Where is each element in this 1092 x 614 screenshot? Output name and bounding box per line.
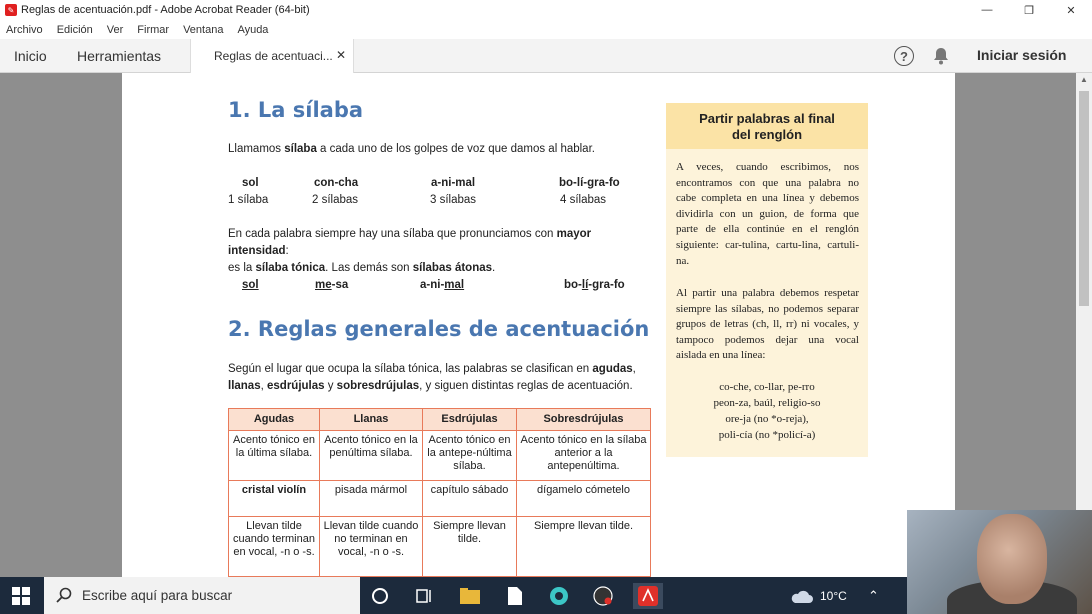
syllable-count: 2 sílabas — [312, 194, 359, 206]
webcam-person-face — [977, 514, 1047, 604]
close-tab-icon[interactable]: ✕ — [336, 48, 346, 62]
acrobat-app-icon: ✎ — [5, 4, 17, 16]
menu-ver[interactable]: Ver — [107, 24, 124, 36]
document-viewer[interactable]: 1. La sílaba Llamamos sílaba a cada uno … — [0, 73, 1076, 577]
paragraph-silaba-tonica: En cada palabra siempre hay una sílaba q… — [228, 228, 592, 274]
vertical-scrollbar[interactable]: ▲ — [1076, 73, 1092, 577]
table-header: Agudas — [228, 408, 320, 431]
syllable-count: 3 sílabas — [430, 194, 477, 206]
table-cell: Siempre llevan tilde. — [422, 516, 517, 577]
accent-rules-table: Agudas Llanas Esdrújulas Sobresdrújulas … — [228, 408, 651, 577]
tab-document[interactable]: Reglas de acentuaci... ✕ — [190, 39, 354, 73]
cortana-icon[interactable] — [367, 583, 393, 609]
table-cell: Acento tónico en la antepe-núltima sílab… — [422, 430, 517, 481]
pdf-page: 1. La sílaba Llamamos sílaba a cada uno … — [122, 73, 955, 577]
table-row: Llevan tilde cuando terminan en vocal, -… — [228, 516, 651, 577]
sidebox-example: co-che, co-llar, pe-rro — [719, 381, 815, 393]
paragraph-definicion: Llamamos sílaba a cada uno de los golpes… — [228, 143, 595, 155]
syllable-word: sol — [242, 177, 259, 189]
sidebox-example: ore-ja (no *o-reja), — [725, 413, 809, 425]
taskbar-search-box[interactable]: Escribe aquí para buscar — [44, 577, 360, 614]
webcam-overlay — [907, 510, 1092, 614]
tonic-example: me-sa — [315, 279, 349, 291]
heading-reglas-generales: 2. Reglas generales de acentuación — [228, 317, 650, 341]
table-header-row: Agudas Llanas Esdrújulas Sobresdrújulas — [228, 408, 651, 431]
paragraph-clasificacion: Según el lugar que ocupa la sílaba tónic… — [228, 363, 636, 392]
weather-widget[interactable]: 10°C — [789, 577, 847, 614]
table-cell: dígamelo cómetelo — [516, 480, 651, 517]
table-cell: Acento tónico en la sílaba anterior a la… — [516, 430, 651, 481]
menu-edicion[interactable]: Edición — [57, 24, 93, 36]
table-header: Sobresdrújulas — [516, 408, 651, 431]
weather-temp: 10°C — [820, 588, 847, 603]
table-cell: pisada mármol — [319, 480, 423, 517]
windows-start-icon[interactable] — [12, 587, 30, 605]
menu-bar: Archivo Edición Ver Firmar Ventana Ayuda — [0, 20, 1092, 39]
table-header: Esdrújulas — [422, 408, 517, 431]
table-row: Acento tónico en la última sílaba. Acent… — [228, 430, 651, 481]
window-title: Reglas de acentuación.pdf - Adobe Acroba… — [21, 4, 310, 16]
sign-in-button[interactable]: Iniciar sesión — [977, 47, 1066, 63]
syllable-word: a-ni-mal — [431, 177, 476, 189]
tab-inicio[interactable]: Inicio — [14, 39, 47, 73]
task-view-icon[interactable] — [411, 583, 437, 609]
table-cell: Siempre llevan tilde. — [516, 516, 651, 577]
sidebar-box-partir-palabras: Partir palabras al final del renglón A ve… — [666, 103, 868, 457]
document-app-icon[interactable] — [502, 583, 528, 609]
maximize-button[interactable]: ❐ — [1008, 0, 1050, 20]
title-bar: ✎ Reglas de acentuación.pdf - Adobe Acro… — [0, 0, 1092, 20]
table-cell: Llevan tilde cuando no terminan en vocal… — [319, 516, 423, 577]
scroll-up-icon[interactable]: ▲ — [1076, 75, 1092, 89]
menu-firmar[interactable]: Firmar — [137, 24, 169, 36]
cloud-icon — [791, 590, 813, 603]
tonic-example: sol — [242, 279, 259, 291]
help-icon[interactable]: ? — [894, 46, 914, 66]
app-icon[interactable] — [546, 583, 572, 609]
scrollbar-thumb[interactable] — [1079, 91, 1089, 306]
sidebox-example: peon-za, baúl, religio-so — [713, 397, 821, 409]
table-cell: Acento tónico en la penúltima sílaba. — [319, 430, 423, 481]
file-explorer-icon[interactable] — [457, 583, 483, 609]
table-cell: Acento tónico en la última sílaba. — [228, 430, 320, 481]
sidebox-title: Partir palabras al final del renglón — [666, 103, 868, 149]
obs-icon[interactable] — [590, 583, 616, 609]
tab-bar: Inicio Herramientas Reglas de acentuaci.… — [0, 39, 1092, 73]
tray-chevron-icon[interactable]: ⌃ — [868, 577, 879, 614]
tonic-example: a-ni-mal — [420, 279, 465, 291]
table-row: cristal violín pisada mármol capítulo sá… — [228, 480, 651, 517]
menu-archivo[interactable]: Archivo — [6, 24, 43, 36]
table-cell: cristal violín — [228, 480, 320, 517]
notification-bell-icon[interactable] — [933, 47, 949, 65]
menu-ayuda[interactable]: Ayuda — [237, 24, 268, 36]
sidebox-paragraph: Al partir una palabra debemos respetar s… — [676, 287, 859, 362]
table-header: Llanas — [319, 408, 423, 431]
table-cell: capítulo sábado — [422, 480, 517, 517]
table-cell: Llevan tilde cuando terminan en vocal, -… — [228, 516, 320, 577]
sidebox-paragraph: A veces, cuando escribimos, nos encontra… — [676, 161, 859, 267]
close-button[interactable]: ✕ — [1050, 0, 1092, 20]
tonic-example: bo-lí-gra-fo — [564, 279, 625, 291]
tab-document-label: Reglas de acentuaci... — [214, 49, 333, 63]
minimize-button[interactable]: — — [966, 0, 1008, 20]
heading-la-silaba: 1. La sílaba — [228, 98, 364, 122]
acrobat-taskbar-icon[interactable] — [633, 583, 663, 609]
search-placeholder: Escribe aquí para buscar — [82, 588, 233, 603]
syllable-word: con-cha — [314, 177, 359, 189]
sidebox-example: poli-cía (no *policí-a) — [718, 429, 816, 441]
syllable-word: bo-lí-gra-fo — [559, 177, 620, 189]
syllable-count: 4 sílabas — [560, 194, 607, 206]
search-icon — [56, 587, 72, 603]
menu-ventana[interactable]: Ventana — [183, 24, 223, 36]
tab-herramientas[interactable]: Herramientas — [77, 39, 161, 73]
syllable-count: 1 sílaba — [228, 194, 269, 206]
